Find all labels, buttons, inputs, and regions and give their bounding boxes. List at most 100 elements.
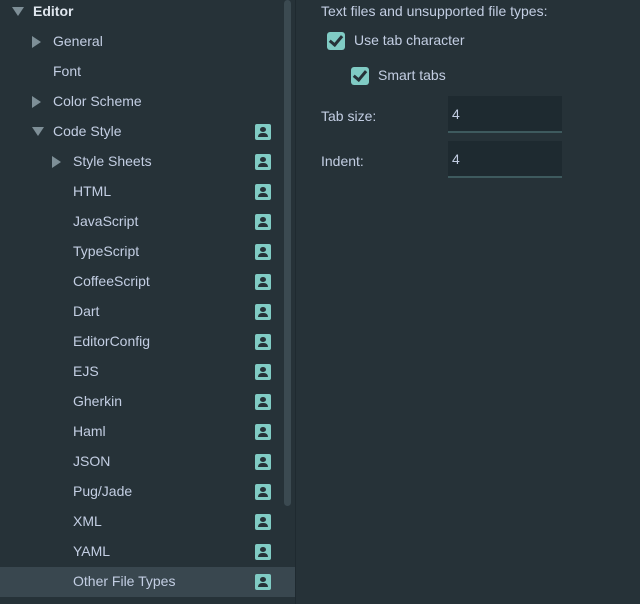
tree-item-xml[interactable]: XML <box>0 507 295 537</box>
scheme-icon-body <box>258 283 268 287</box>
tree-item-label: JSON <box>73 453 111 469</box>
user-scheme-icon <box>255 244 271 260</box>
scheme-icon-body <box>258 253 268 257</box>
user-scheme-icon <box>255 484 271 500</box>
scheme-icon-body <box>258 523 268 527</box>
tree-item-label: YAML <box>73 543 111 559</box>
tree-item-label: Haml <box>73 423 106 439</box>
tree-item-label: Other File Types <box>73 573 176 589</box>
scheme-icon-head <box>260 157 266 162</box>
scheme-icon-body <box>258 463 268 467</box>
panel-heading: Text files and unsupported file types: <box>321 3 548 19</box>
tree-item-haml[interactable]: Haml <box>0 417 295 447</box>
tab-size-input[interactable] <box>448 96 562 133</box>
indent-input[interactable] <box>448 141 562 178</box>
user-scheme-icon <box>255 274 271 290</box>
tree-item-javascript[interactable]: JavaScript <box>0 207 295 237</box>
tree-item-dart[interactable]: Dart <box>0 297 295 327</box>
tree-item-font[interactable]: Font <box>0 57 295 87</box>
scheme-icon-head <box>260 367 266 372</box>
collapsed-arrow-icon[interactable] <box>52 156 61 168</box>
tree-item-other-file-types[interactable]: Other File Types <box>0 567 295 597</box>
tree-item-pug-jade[interactable]: Pug/Jade <box>0 477 295 507</box>
scheme-icon-body <box>258 373 268 377</box>
tree-item-label: EJS <box>73 363 99 379</box>
tree-item-editor[interactable]: Editor <box>0 0 295 27</box>
scheme-icon-body <box>258 583 268 587</box>
tree-item-code-style[interactable]: Code Style <box>0 117 295 147</box>
use-tab-character-checkbox[interactable] <box>327 31 345 50</box>
tree-item-color-scheme[interactable]: Color Scheme <box>0 87 295 117</box>
scheme-icon-head <box>260 307 266 312</box>
tree-item-style-sheets[interactable]: Style Sheets <box>0 147 295 177</box>
scheme-icon-body <box>258 133 268 137</box>
scheme-icon-head <box>260 127 266 132</box>
smart-tabs-checkbox[interactable] <box>351 66 369 85</box>
scheme-icon-head <box>260 247 266 252</box>
scheme-icon-head <box>260 487 266 492</box>
scheme-icon-head <box>260 517 266 522</box>
scheme-icon-head <box>260 457 266 462</box>
user-scheme-icon <box>255 514 271 530</box>
tree-item-label: JavaScript <box>73 213 139 229</box>
checkmark-icon <box>352 66 368 83</box>
scheme-icon-head <box>260 547 266 552</box>
expanded-arrow-icon[interactable] <box>32 127 44 136</box>
user-scheme-icon <box>255 544 271 560</box>
user-scheme-icon <box>255 574 271 590</box>
user-scheme-icon <box>255 364 271 380</box>
tree-item-label: Pug/Jade <box>73 483 133 499</box>
user-scheme-icon <box>255 424 271 440</box>
code-style-panel: Text files and unsupported file types: U… <box>296 0 640 604</box>
tree-item-label: TypeScript <box>73 243 140 259</box>
collapsed-arrow-icon[interactable] <box>32 36 41 48</box>
tree-item-general[interactable]: General <box>0 27 295 57</box>
tree-item-editorconfig[interactable]: EditorConfig <box>0 327 295 357</box>
tree-item-label: Dart <box>73 303 100 319</box>
tree-scrollbar[interactable] <box>284 0 291 506</box>
collapsed-arrow-icon[interactable] <box>32 96 41 108</box>
user-scheme-icon <box>255 124 271 140</box>
tree-item-label: Style Sheets <box>73 153 152 169</box>
tree-item-label: Editor <box>33 3 74 19</box>
tree-item-label: CoffeeScript <box>73 273 150 289</box>
scheme-icon-head <box>260 217 266 222</box>
smart-tabs-label[interactable]: Smart tabs <box>378 67 446 83</box>
tree-item-label: XML <box>73 513 102 529</box>
expanded-arrow-icon[interactable] <box>12 7 24 16</box>
tree-item-label: Font <box>53 63 82 79</box>
user-scheme-icon <box>255 394 271 410</box>
user-scheme-icon <box>255 184 271 200</box>
tree-item-label: HTML <box>73 183 112 199</box>
tree-item-label: Gherkin <box>73 393 123 409</box>
tree-item-label: Color Scheme <box>53 93 142 109</box>
scheme-icon-body <box>258 163 268 167</box>
scheme-icon-body <box>258 433 268 437</box>
tree-item-label: General <box>53 33 103 49</box>
use-tab-character-label[interactable]: Use tab character <box>354 32 465 48</box>
scheme-icon-body <box>258 313 268 317</box>
user-scheme-icon <box>255 214 271 230</box>
tree-item-typescript[interactable]: TypeScript <box>0 237 295 267</box>
tree-item-gherkin[interactable]: Gherkin <box>0 387 295 417</box>
user-scheme-icon <box>255 454 271 470</box>
settings-tree: Editor General Font Color Scheme Code Style S… <box>0 0 295 604</box>
user-scheme-icon <box>255 334 271 350</box>
tree-item-label: Code Style <box>53 123 122 139</box>
tree-item-json[interactable]: JSON <box>0 447 295 477</box>
scheme-icon-head <box>260 187 266 192</box>
scheme-icon-body <box>258 493 268 497</box>
scheme-icon-head <box>260 337 266 342</box>
user-scheme-icon <box>255 154 271 170</box>
tree-item-html[interactable]: HTML <box>0 177 295 207</box>
scheme-icon-head <box>260 277 266 282</box>
scheme-icon-head <box>260 577 266 582</box>
user-scheme-icon <box>255 304 271 320</box>
scheme-icon-body <box>258 343 268 347</box>
scheme-icon-head <box>260 397 266 402</box>
scheme-icon-body <box>258 553 268 557</box>
tree-item-ejs[interactable]: EJS <box>0 357 295 387</box>
scheme-icon-body <box>258 193 268 197</box>
tree-item-yaml[interactable]: YAML <box>0 537 295 567</box>
tree-item-coffeescript[interactable]: CoffeeScript <box>0 267 295 297</box>
